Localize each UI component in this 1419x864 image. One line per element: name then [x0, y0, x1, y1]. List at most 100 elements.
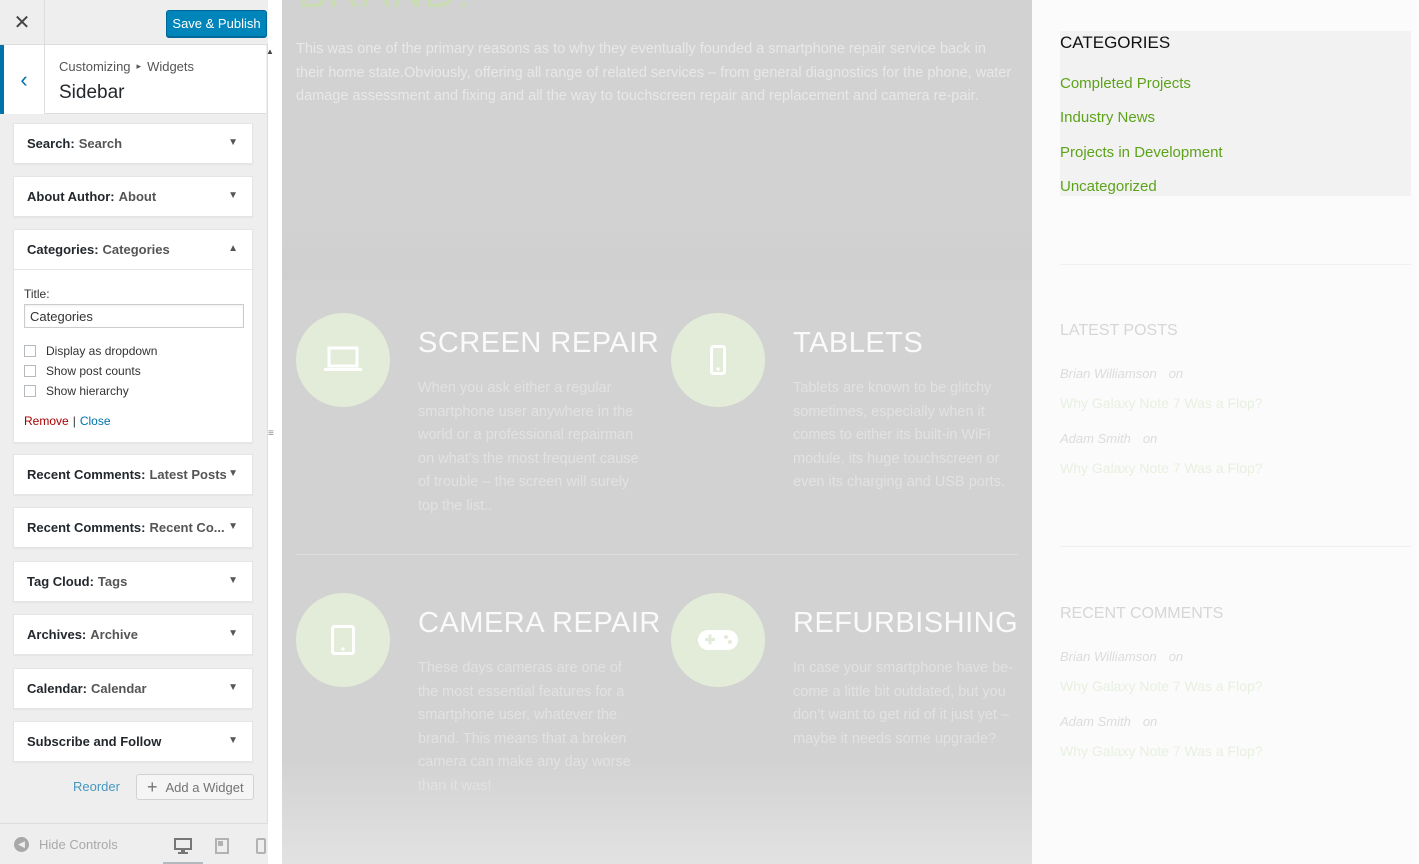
- title-label: Title:: [24, 287, 50, 301]
- category-link[interactable]: Industry News: [1060, 109, 1155, 126]
- preview-mobile-button[interactable]: [250, 835, 272, 857]
- preview-desktop-button[interactable]: [172, 835, 194, 857]
- widget-header[interactable]: Search: Search ▼: [14, 124, 252, 163]
- plus-icon: +: [147, 776, 158, 797]
- reorder-link[interactable]: Reorder: [73, 779, 120, 794]
- display-as-dropdown-checkbox[interactable]: Display as dropdown: [24, 344, 157, 358]
- widget-type: Tag Cloud:: [27, 574, 94, 589]
- widget-type: About Author:: [27, 189, 115, 204]
- widget-title: About: [118, 189, 157, 204]
- widget-about-author[interactable]: About Author: About ▼: [13, 176, 253, 217]
- show-post-counts-checkbox[interactable]: Show post counts: [24, 364, 141, 378]
- brand-heading: BRAND.: [298, 0, 470, 18]
- service-title: SCREEN REPAIR: [418, 327, 660, 359]
- close-link[interactable]: Close: [80, 414, 111, 428]
- preview-main-content: BRAND. This was one of the primary reaso…: [282, 0, 1032, 864]
- expand-arrow-icon[interactable]: ▼: [228, 682, 238, 693]
- service-title: REFURBISHING: [793, 607, 1019, 639]
- widget-categories[interactable]: Categories: Categories ▲ Title: Display …: [13, 229, 253, 443]
- site-preview: BRAND. This was one of the primary reaso…: [282, 0, 1419, 864]
- checkbox-box[interactable]: [24, 385, 36, 397]
- comment-post-link[interactable]: Why Galaxy Note 7 Was a Flop?: [1060, 678, 1263, 694]
- customizer-screen: ✕ Save & Publish ‹ Customizing ▸ Widgets…: [0, 0, 1419, 864]
- service-title: CAMERA REPAIR: [418, 607, 661, 639]
- scroll-up-icon: ▲: [266, 47, 274, 56]
- post-link[interactable]: Why Galaxy Note 7 Was a Flop?: [1060, 460, 1263, 476]
- tablet-icon: [215, 838, 229, 854]
- widget-header[interactable]: Subscribe and Follow ▼: [14, 722, 252, 761]
- desktop-icon: [174, 838, 192, 854]
- title-input[interactable]: [24, 304, 244, 328]
- collapse-arrow-icon[interactable]: ▲: [228, 243, 238, 254]
- widget-header[interactable]: About Author: About ▼: [14, 177, 252, 216]
- preview-tablet-button[interactable]: [211, 835, 233, 857]
- recent-comments-title: RECENT COMMENTS: [1060, 605, 1224, 622]
- expand-arrow-icon[interactable]: ▼: [228, 575, 238, 586]
- widget-recent-comments-latest[interactable]: Recent Comments: Latest Posts ▼: [13, 454, 253, 495]
- close-customizer-button[interactable]: ✕: [0, 0, 45, 45]
- author-name: Brian Williamson: [1060, 366, 1157, 381]
- expand-arrow-icon[interactable]: ▼: [228, 735, 238, 746]
- widget-form: Title: Display as dropdown Show post cou…: [14, 269, 252, 442]
- mobile-icon: [256, 838, 266, 854]
- add-widget-button[interactable]: + Add a Widget: [136, 774, 254, 800]
- category-link[interactable]: Projects in Development: [1060, 144, 1223, 161]
- widget-type: Calendar:: [27, 681, 87, 696]
- post-link[interactable]: Why Galaxy Note 7 Was a Flop?: [1060, 395, 1263, 411]
- customizer-footer: ◀ Hide Controls: [0, 823, 268, 864]
- breadcrumb: Customizing ▸ Widgets: [59, 59, 194, 74]
- widget-recent-comments[interactable]: Recent Comments: Recent Co... ▼: [13, 507, 253, 548]
- on-label: on: [1168, 649, 1184, 664]
- widget-title: Archive: [90, 627, 138, 642]
- gamepad-icon: [671, 593, 765, 687]
- category-link[interactable]: Completed Projects: [1060, 75, 1191, 92]
- widget-header[interactable]: Calendar: Calendar ▼: [14, 669, 252, 708]
- widget-subscribe-follow[interactable]: Subscribe and Follow ▼: [13, 721, 253, 762]
- widget-search[interactable]: Search: Search ▼: [13, 123, 253, 164]
- widget-title: Calendar: [90, 681, 147, 696]
- on-label: on: [1168, 366, 1184, 381]
- checkbox-label: Show post counts: [46, 364, 141, 378]
- widget-title: Search: [78, 136, 123, 151]
- service-text: In case your smartphone have be-come a l…: [793, 660, 1014, 747]
- widget-header[interactable]: Tag Cloud: Tags ▼: [14, 562, 252, 601]
- widget-header[interactable]: Archives: Archive ▼: [14, 615, 252, 654]
- comment-post-link[interactable]: Why Galaxy Note 7 Was a Flop?: [1060, 743, 1263, 759]
- post-author: Adam Smith on: [1060, 431, 1157, 446]
- expand-arrow-icon[interactable]: ▼: [228, 190, 238, 201]
- on-label: on: [1142, 714, 1158, 729]
- customizer-header: ✕ Save & Publish: [0, 0, 268, 45]
- widget-type: Search:: [27, 136, 75, 151]
- hide-controls-button[interactable]: ◀ Hide Controls: [14, 837, 118, 852]
- expand-arrow-icon[interactable]: ▼: [228, 521, 238, 532]
- divider: [1060, 264, 1411, 265]
- widget-type: Subscribe and Follow: [27, 734, 162, 749]
- expand-arrow-icon[interactable]: ▼: [228, 468, 238, 479]
- widget-type: Categories:: [27, 242, 99, 257]
- widget-archives[interactable]: Archives: Archive ▼: [13, 614, 253, 655]
- widget-type: Recent Comments:: [27, 467, 146, 482]
- expand-arrow-icon[interactable]: ▼: [228, 628, 238, 639]
- widget-calendar[interactable]: Calendar: Calendar ▼: [13, 668, 253, 709]
- checkbox-box[interactable]: [24, 345, 36, 357]
- link-separator: |: [72, 414, 76, 428]
- show-hierarchy-checkbox[interactable]: Show hierarchy: [24, 384, 129, 398]
- widget-header[interactable]: Categories: Categories ▲: [14, 230, 252, 269]
- panel-resize-handle[interactable]: ≡: [268, 428, 274, 439]
- widget-title: Categories: [102, 242, 170, 257]
- category-link[interactable]: Uncategorized: [1060, 178, 1157, 195]
- widget-header[interactable]: Recent Comments: Recent Co... ▼: [14, 508, 252, 547]
- save-publish-button[interactable]: Save & Publish: [166, 10, 267, 37]
- post-author: Brian Williamson on: [1060, 366, 1183, 381]
- widget-header[interactable]: Recent Comments: Latest Posts ▼: [14, 455, 252, 494]
- collapse-icon: ◀: [14, 837, 29, 852]
- add-widget-label: Add a Widget: [165, 779, 244, 795]
- checkbox-label: Show hierarchy: [46, 384, 129, 398]
- remove-link[interactable]: Remove: [24, 414, 69, 428]
- widget-tag-cloud[interactable]: Tag Cloud: Tags ▼: [13, 561, 253, 602]
- checkbox-box[interactable]: [24, 365, 36, 377]
- expand-arrow-icon[interactable]: ▼: [228, 137, 238, 148]
- back-button[interactable]: ‹: [0, 45, 45, 114]
- service-text: These days cameras are one of the most e…: [418, 660, 631, 794]
- widget-title: Tags: [97, 574, 128, 589]
